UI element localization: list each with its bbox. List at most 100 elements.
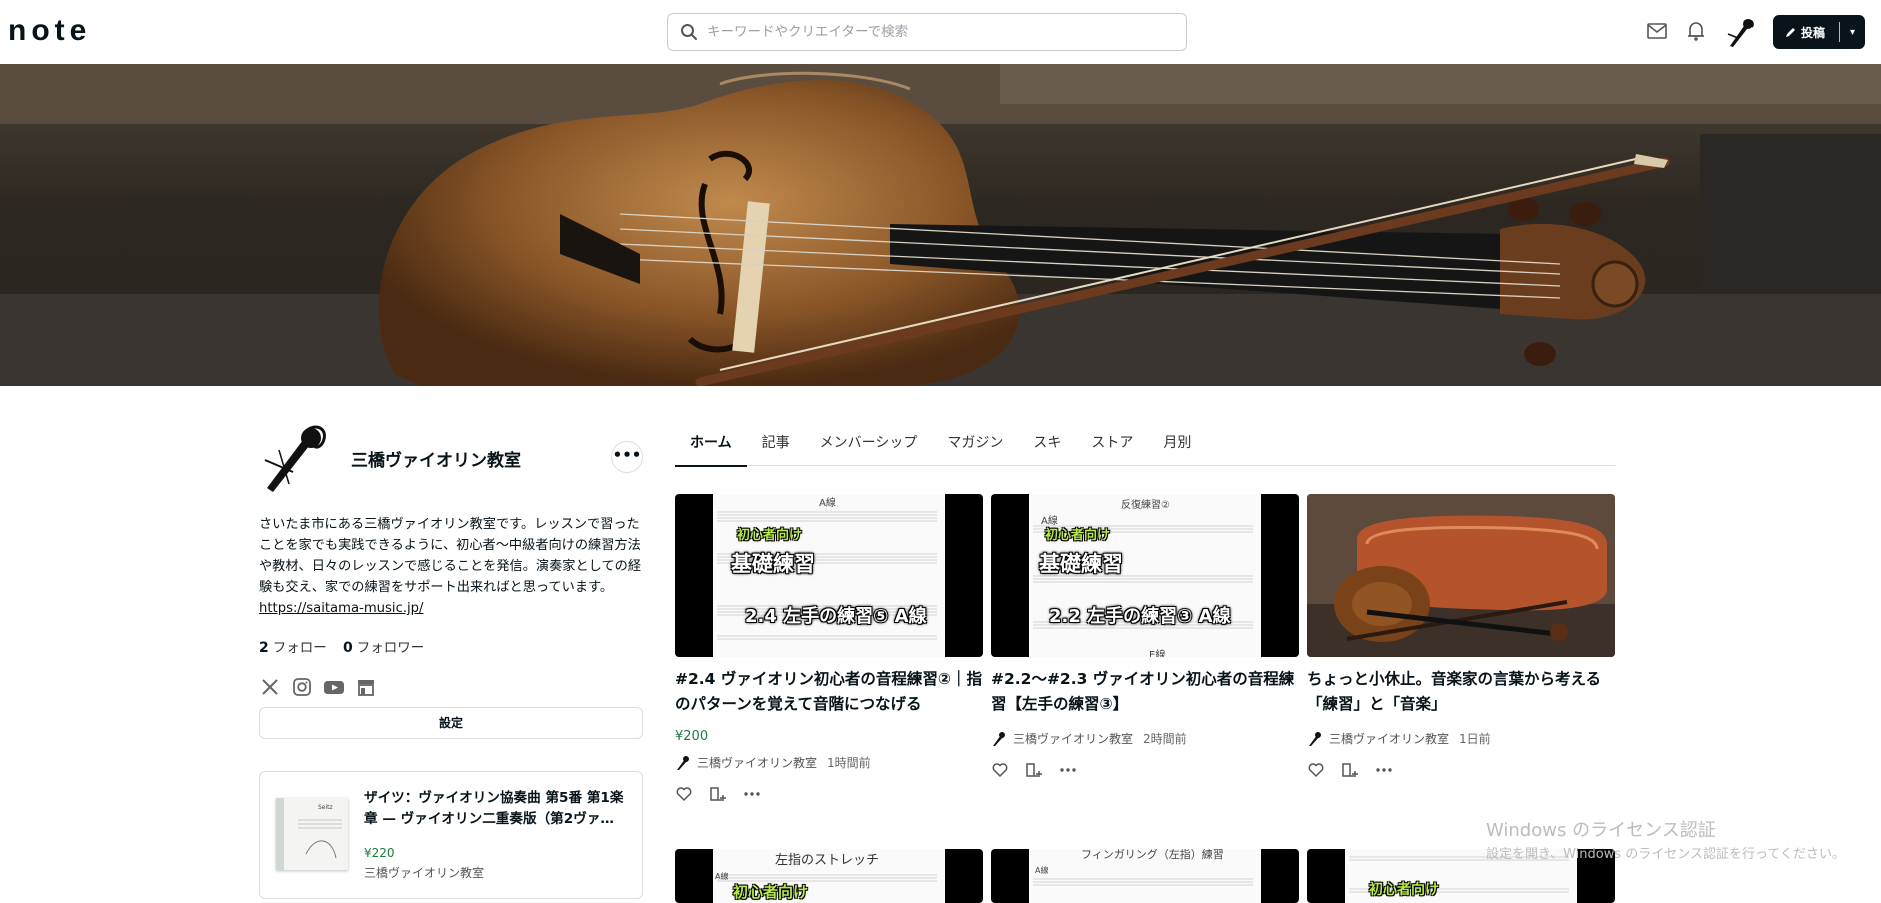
heart-icon[interactable]	[1307, 761, 1325, 779]
post-button[interactable]: 投稿 ▾	[1773, 15, 1865, 49]
author-name[interactable]: 三橋ヴァイオリン教室	[1329, 730, 1449, 747]
article-card[interactable]: 反復練習② A線 E線 初心者向け 基礎練習 2.2 左手の練習③ A線 #2.…	[991, 494, 1299, 779]
tab-store[interactable]: ストア	[1076, 424, 1148, 466]
heart-icon[interactable]	[675, 785, 693, 803]
profile-bio-text: さいたま市にある三橋ヴァイオリン教室です。レッスンで習ったことを家でも実践できる…	[259, 517, 642, 595]
tab-articles[interactable]: 記事	[747, 424, 805, 466]
follow-stats: 2 フォロー 0 フォロワー	[259, 636, 424, 656]
author-avatar-icon[interactable]	[1307, 731, 1323, 747]
author-avatar-icon[interactable]	[991, 731, 1007, 747]
beginner-badge: 初心者向け	[737, 528, 803, 543]
thumbnail-top-label: A線	[819, 498, 836, 509]
search-input[interactable]	[707, 24, 1147, 40]
thumbnail-string-label: A線	[1035, 866, 1049, 875]
author-name[interactable]: 三橋ヴァイオリン教室	[1013, 730, 1133, 747]
tab-home[interactable]: ホーム	[675, 424, 747, 467]
more-dots-icon[interactable]	[1059, 761, 1077, 779]
article-thumbnail[interactable]: A線 左指のストレッチ 初心者向け	[675, 849, 983, 903]
article-card[interactable]: ちょっと小休止。音楽家の言葉から考える「練習」と「音楽」 三橋ヴァイオリン教室 …	[1307, 494, 1615, 779]
article-actions	[1307, 761, 1615, 779]
magazine-add-icon[interactable]	[709, 785, 727, 803]
search-box[interactable]	[667, 13, 1187, 51]
instagram-icon[interactable]	[291, 676, 313, 698]
author-name[interactable]: 三橋ヴァイオリン教室	[697, 754, 817, 771]
product-thumbnail-art	[276, 798, 342, 870]
product-title[interactable]: ザイツ：ヴァイオリン協奏曲 第5番 第1楽章 — ヴァイオリン二重奏版（第2ヴァ…	[364, 788, 630, 830]
note-logo[interactable]: note	[8, 14, 91, 48]
post-time: 1時間前	[827, 756, 871, 770]
user-avatar-icon[interactable]	[1724, 16, 1758, 50]
sheet-music: 反復練習② A線 E線 初心者向け 基礎練習 2.2 左手の練習③ A線	[1029, 494, 1261, 657]
article-thumbnail[interactable]: A線 初心者向け 基礎練習 2.4 左手の練習⑤ A線	[675, 494, 983, 657]
sheet-music: フィンガリング（左指）練習 A線	[1029, 849, 1261, 903]
article-actions	[991, 761, 1299, 779]
article-title[interactable]: #2.4 ヴァイオリン初心者の音程練習②｜指のパターンを覚えて音階につなげる	[675, 667, 983, 716]
post-divider	[1839, 22, 1840, 42]
profile-bio: さいたま市にある三橋ヴァイオリン教室です。レッスンで習ったことを家でも実践できる…	[259, 514, 643, 619]
chevron-down-icon[interactable]: ▾	[1840, 27, 1865, 38]
article-thumbnail[interactable]: フィンガリング（左指）練習 A線	[991, 849, 1299, 903]
following-label[interactable]: フォロー	[273, 640, 327, 656]
heart-icon[interactable]	[991, 761, 1009, 779]
article-meta: 三橋ヴァイオリン教室 2時間前	[991, 730, 1299, 747]
article-card[interactable]: A線 左指のストレッチ 初心者向け	[675, 849, 983, 903]
thumbnail-top-label: フィンガリング（左指）練習	[1081, 849, 1224, 861]
article-thumbnail[interactable]: 反復練習② A線 E線 初心者向け 基礎練習 2.2 左手の練習③ A線	[991, 494, 1299, 657]
violin-illustration	[0, 64, 1881, 386]
thumbnail-bottom-label: E線	[1149, 650, 1166, 657]
article-card[interactable]: フィンガリング（左指）練習 A線	[991, 849, 1299, 903]
sheet-music: A線 左指のストレッチ 初心者向け	[713, 849, 945, 903]
product-author[interactable]: 三橋ヴァイオリン教室	[364, 864, 484, 881]
social-links	[259, 676, 377, 698]
tab-membership[interactable]: メンバーシップ	[805, 424, 933, 466]
article-thumbnail[interactable]	[1307, 494, 1615, 657]
sheet-music: A線 初心者向け 基礎練習 2.4 左手の練習⑤ A線	[713, 494, 945, 657]
header-banner-image	[0, 64, 1881, 386]
profile-avatar[interactable]	[259, 420, 339, 500]
article-title[interactable]: ちょっと小休止。音楽家の言葉から考える「練習」と「音楽」	[1307, 667, 1615, 716]
more-options-button[interactable]: •••	[611, 441, 643, 473]
post-button-label: 投稿	[1801, 25, 1826, 40]
article-card[interactable]: A線 初心者向け 基礎練習 2.4 左手の練習⑤ A線 #2.4 ヴァイオリン初…	[675, 494, 983, 803]
profile-name[interactable]: 三橋ヴァイオリン教室	[351, 446, 521, 471]
thumbnail-heading: 基礎練習	[731, 552, 815, 576]
more-dots-icon[interactable]	[1375, 761, 1393, 779]
thumbnail-top-label: 反復練習②	[1121, 500, 1170, 511]
profile-website-link[interactable]: https://saitama-music.jp/	[259, 601, 423, 616]
more-dots-icon[interactable]	[743, 785, 761, 803]
author-avatar-icon[interactable]	[675, 755, 691, 771]
product-thumbnail: Seitz	[276, 798, 348, 870]
beginner-badge: 初心者向け	[733, 883, 809, 901]
post-time: 1日前	[1459, 732, 1491, 746]
bell-icon[interactable]	[1686, 20, 1706, 42]
thumbnail-top-label: 左指のストレッチ	[775, 853, 880, 868]
article-title[interactable]: #2.2〜#2.3 ヴァイオリン初心者の音程練習【左手の練習③】	[991, 667, 1299, 716]
magazine-add-icon[interactable]	[1341, 761, 1359, 779]
windows-activation-text: 設定を開き、Windows のライセンス認証を行ってください。	[1486, 847, 1845, 862]
followers-count[interactable]: 0	[343, 640, 353, 656]
youtube-icon[interactable]	[323, 676, 345, 698]
profile-tabs: ホーム 記事 メンバーシップ マガジン スキ ストア 月別	[675, 424, 1615, 467]
product-thumbnail-text: Seitz	[318, 804, 333, 811]
tab-magazine[interactable]: マガジン	[932, 424, 1018, 466]
top-header: note 投稿 ▾	[0, 0, 1881, 64]
settings-button[interactable]: 設定	[259, 707, 643, 739]
product-card[interactable]: Seitz ザイツ：ヴァイオリン協奏曲 第5番 第1楽章 — ヴァイオリン二重奏…	[259, 771, 643, 899]
following-count[interactable]: 2	[259, 640, 269, 656]
article-price: ¥200	[675, 729, 709, 744]
mail-icon[interactable]	[1646, 20, 1668, 42]
beginner-badge: 初心者向け	[1369, 882, 1439, 898]
x-twitter-icon[interactable]	[259, 676, 281, 698]
thumbnail-heading: 基礎練習	[1039, 552, 1123, 576]
followers-label[interactable]: フォロワー	[357, 640, 425, 656]
magazine-add-icon[interactable]	[1025, 761, 1043, 779]
windows-activation-title: Windows のライセンス認証	[1486, 820, 1716, 841]
tab-monthly[interactable]: 月別	[1148, 424, 1206, 466]
pencil-icon	[1786, 28, 1795, 37]
store-icon[interactable]	[355, 676, 377, 698]
tab-likes[interactable]: スキ	[1018, 424, 1076, 466]
post-time: 2時間前	[1143, 732, 1187, 746]
beginner-badge: 初心者向け	[1045, 528, 1111, 543]
search-icon	[681, 24, 697, 40]
product-price: ¥220	[364, 846, 395, 860]
